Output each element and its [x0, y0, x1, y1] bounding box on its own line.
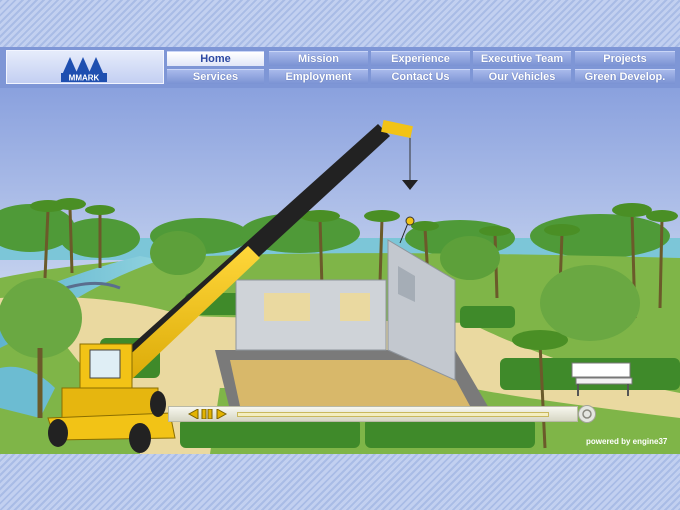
- progress-track[interactable]: [237, 412, 549, 417]
- powered-by-text: powered by engine37: [586, 437, 668, 446]
- nav-home[interactable]: Home: [167, 51, 264, 66]
- nav-contact-us[interactable]: Contact Us: [371, 69, 470, 84]
- speaker-icon: [582, 409, 592, 419]
- nav-our-vehicles[interactable]: Our Vehicles: [473, 69, 571, 84]
- mmark-logo-icon: MMARK: [61, 57, 107, 83]
- nav-experience[interactable]: Experience: [371, 51, 470, 66]
- nav-mission[interactable]: Mission: [269, 51, 368, 66]
- page-footer-background: [0, 454, 680, 510]
- logo[interactable]: MMARK: [6, 50, 164, 84]
- logo-text: MMARK: [69, 74, 100, 83]
- nav-projects[interactable]: Projects: [575, 51, 675, 66]
- pause-icon[interactable]: [201, 409, 213, 419]
- sound-button[interactable]: [578, 405, 596, 423]
- nav-executive-team[interactable]: Executive Team: [473, 51, 571, 66]
- nav-services[interactable]: Services: [167, 69, 264, 84]
- animation-stage: [0, 88, 680, 454]
- forward-icon[interactable]: [216, 409, 228, 419]
- nav-green-develop[interactable]: Green Develop.: [575, 69, 675, 84]
- nav-employment[interactable]: Employment: [269, 69, 368, 84]
- player-controls: [168, 406, 578, 422]
- rewind-icon[interactable]: [187, 409, 199, 419]
